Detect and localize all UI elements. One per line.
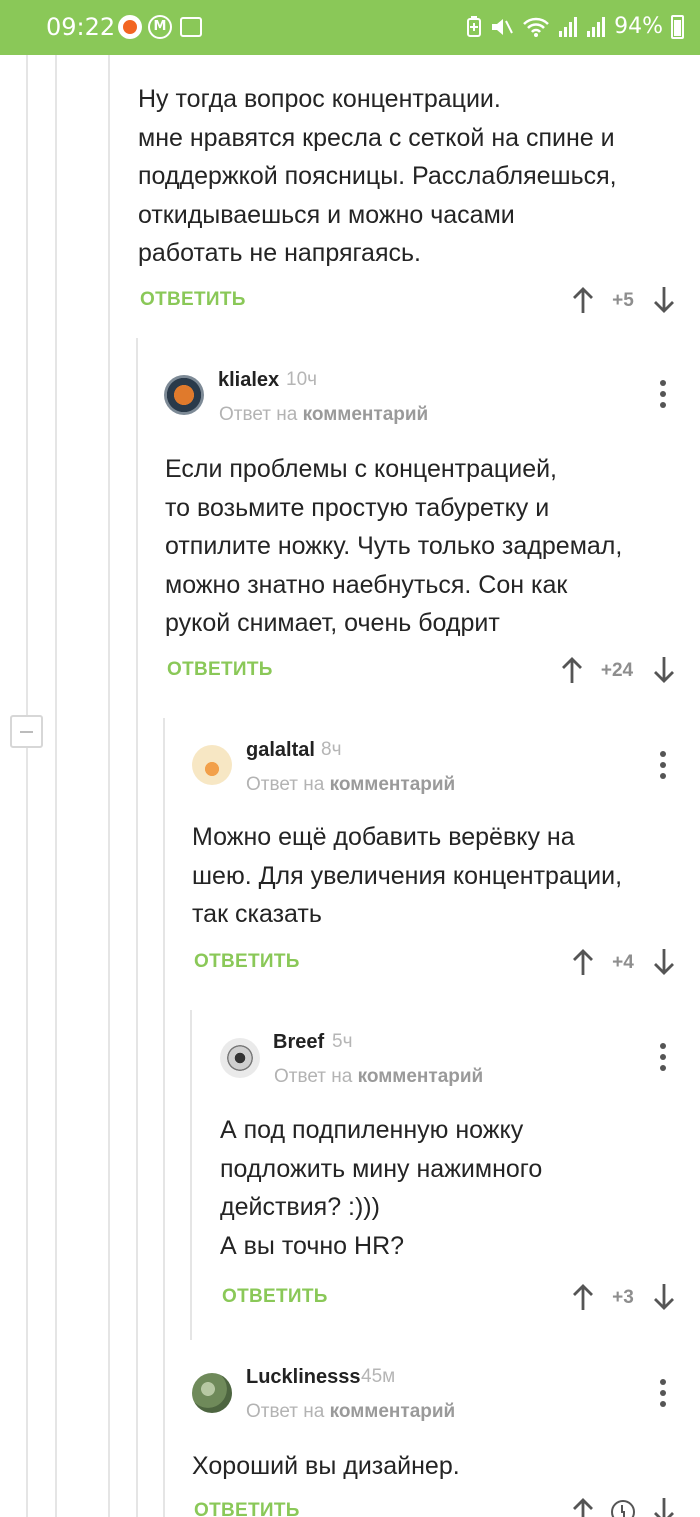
- wifi-icon: [523, 17, 549, 37]
- status-right-icons: 94%: [466, 14, 684, 39]
- avatar[interactable]: [192, 745, 232, 785]
- comment-time: 8ч: [321, 739, 342, 760]
- comment-time: 10ч: [286, 369, 318, 390]
- reply-button[interactable]: ОТВЕТИТЬ: [140, 289, 246, 311]
- reply-to-label: Ответ на комментарий: [219, 404, 428, 426]
- signal-icon: [559, 16, 578, 37]
- upvote-icon[interactable]: [572, 1283, 594, 1311]
- avatar[interactable]: [220, 1038, 260, 1078]
- reply-to-link[interactable]: комментарий: [330, 774, 456, 795]
- reply-to-prefix: Ответ на: [219, 404, 298, 425]
- downvote-icon[interactable]: [653, 1497, 675, 1517]
- vote-count: +5: [612, 290, 634, 311]
- reply-to-link[interactable]: комментарий: [358, 1066, 484, 1087]
- comment-text: Ну тогда вопрос концентрации. мне нравят…: [138, 85, 617, 267]
- battery-icon: [671, 14, 684, 39]
- clock-icon: [611, 1500, 635, 1517]
- metro-icon: M: [148, 15, 172, 39]
- comment-time: 45м: [361, 1366, 396, 1387]
- upvote-icon[interactable]: [561, 656, 583, 684]
- downvote-icon[interactable]: [653, 286, 675, 314]
- comment-text: Хороший вы дизайнер.: [192, 1452, 460, 1480]
- reply-to-label: Ответ на комментарий: [246, 774, 455, 796]
- reply-button[interactable]: ОТВЕТИТЬ: [194, 951, 300, 973]
- gallery-icon: [180, 17, 202, 37]
- reply-to-link[interactable]: комментарий: [330, 1401, 456, 1422]
- vote-count: +3: [612, 1287, 634, 1308]
- downvote-icon[interactable]: [653, 948, 675, 976]
- signal-icon: [587, 16, 606, 37]
- battery-saver-icon: [467, 15, 482, 37]
- reply-to-prefix: Ответ на: [246, 774, 325, 795]
- comment-text: А под подпиленную ножку подложить мину н…: [220, 1116, 543, 1260]
- reply-button[interactable]: ОТВЕТИТЬ: [194, 1500, 300, 1517]
- username[interactable]: klialex: [218, 369, 279, 392]
- thread-line: [163, 718, 165, 1517]
- reply-button[interactable]: ОТВЕТИТЬ: [222, 1286, 328, 1308]
- more-options-icon[interactable]: [659, 751, 667, 779]
- comment-text: Можно ещё добавить верёвку на шею. Для у…: [192, 823, 623, 928]
- more-options-icon[interactable]: [659, 1379, 667, 1407]
- vote-count: +24: [600, 660, 634, 681]
- username[interactable]: Breef: [273, 1031, 324, 1054]
- mi-icon: [118, 15, 142, 39]
- username[interactable]: Lucklinesss: [246, 1366, 361, 1389]
- thread-line: [136, 338, 138, 1517]
- more-options-icon[interactable]: [659, 380, 667, 408]
- thread-line: [26, 55, 28, 715]
- avatar[interactable]: [164, 375, 204, 415]
- status-bar: 09:22 M 94%: [0, 0, 700, 55]
- upvote-icon[interactable]: [572, 286, 594, 314]
- vote-count: +4: [612, 952, 634, 973]
- status-time: 09:22: [46, 13, 116, 41]
- reply-to-prefix: Ответ на: [274, 1066, 353, 1087]
- thread-line: [190, 1010, 192, 1340]
- reply-to-prefix: Ответ на: [246, 1401, 325, 1422]
- mute-icon: [492, 18, 513, 35]
- reply-to-link[interactable]: комментарий: [303, 404, 429, 425]
- more-options-icon[interactable]: [659, 1043, 667, 1071]
- reply-to-label: Ответ на комментарий: [246, 1401, 455, 1423]
- battery-percent: 94%: [614, 14, 663, 39]
- thread-line: [55, 55, 57, 1517]
- collapse-thread-button[interactable]: [10, 715, 43, 748]
- avatar[interactable]: [192, 1373, 232, 1413]
- reply-button[interactable]: ОТВЕТИТЬ: [167, 659, 273, 681]
- username[interactable]: galaltal: [246, 739, 315, 762]
- thread-line: [26, 748, 28, 1517]
- reply-to-label: Ответ на комментарий: [274, 1066, 483, 1088]
- comment-time: 5ч: [332, 1031, 353, 1052]
- upvote-icon[interactable]: [572, 948, 594, 976]
- downvote-icon[interactable]: [653, 656, 675, 684]
- upvote-icon[interactable]: [572, 1497, 594, 1517]
- comment-text: Если проблемы с концентрацией, то возьми…: [165, 455, 623, 637]
- downvote-icon[interactable]: [653, 1283, 675, 1311]
- thread-line: [108, 55, 110, 1517]
